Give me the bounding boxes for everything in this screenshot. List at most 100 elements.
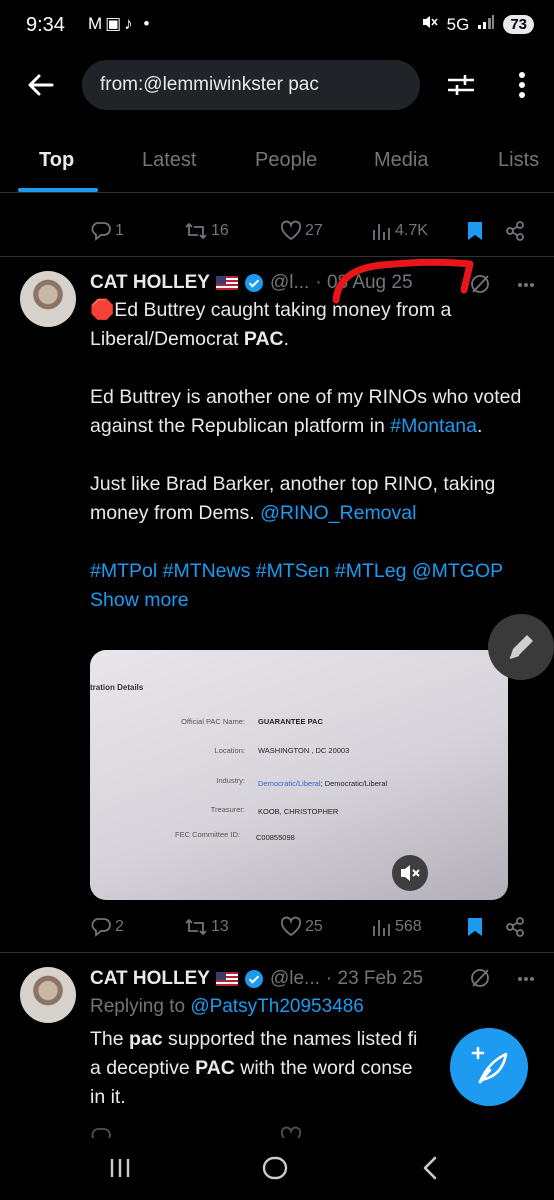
reply-icon	[90, 1126, 112, 1138]
tab-indicator	[18, 188, 98, 192]
bookmark-button[interactable]	[466, 220, 484, 242]
hashtags-link[interactable]: #MTPol #MTNews #MTSen #MTLeg @MTGOP	[90, 560, 503, 582]
edit-button[interactable]	[488, 614, 554, 680]
doc-label: Industry:	[216, 776, 245, 785]
filter-button[interactable]	[444, 68, 478, 102]
home-button[interactable]	[260, 1153, 290, 1183]
back-arrow-icon	[28, 74, 54, 96]
show-more-link[interactable]: Show more	[90, 589, 189, 611]
kebab-menu-icon	[519, 72, 525, 98]
verified-badge-icon	[244, 274, 263, 292]
repost-count: 13	[211, 918, 229, 935]
back-button[interactable]	[24, 68, 58, 102]
tweet-body: 🛑Ed Buttrey caught taking money from a L…	[90, 296, 530, 615]
repost-button[interactable]: 16	[184, 220, 229, 242]
repost-button[interactable]: 13	[184, 916, 229, 938]
pencil-icon	[509, 635, 533, 659]
search-input[interactable]: from:@lemmiwinkster pac	[82, 60, 420, 110]
doc-label: FEC Committee ID:	[174, 830, 240, 839]
replying-to-line: Replying to @PatsyTh20953486	[90, 996, 364, 1017]
reply-icon	[91, 918, 111, 937]
tab-lists[interactable]: Lists	[498, 149, 539, 172]
like-count: 27	[305, 222, 323, 239]
views-icon	[373, 224, 390, 240]
repost-count: 16	[211, 222, 229, 239]
pac-registration-document: tration Details Official PAC Name: GUARA…	[90, 650, 508, 900]
tweet-paragraph: 🛑Ed Buttrey caught taking money from a L…	[90, 299, 452, 350]
reply-button[interactable]: 2	[90, 916, 124, 938]
tweet-more-icon[interactable]	[516, 970, 536, 988]
like-button[interactable]: 27	[280, 220, 323, 242]
battery-badge: 73	[503, 15, 534, 34]
avatar[interactable]	[20, 271, 76, 327]
views-icon	[373, 920, 390, 936]
like-button[interactable]: 25	[280, 916, 323, 938]
doc-value: C00855098	[256, 833, 295, 842]
sliders-icon	[448, 75, 474, 95]
hashtag-link[interactable]: #Montana	[390, 415, 477, 437]
stop-sign-icon: 🛑	[90, 299, 115, 321]
reply-button[interactable]: 1	[90, 220, 124, 242]
recent-apps-button[interactable]	[106, 1154, 134, 1182]
share-button[interactable]	[504, 916, 526, 938]
avatar[interactable]	[20, 967, 76, 1023]
author-name[interactable]: CAT HOLLEY	[90, 968, 210, 990]
tweet-paragraph: Just like Brad Barker, another top RINO,…	[90, 473, 496, 524]
doc-label: Official PAC Name:	[181, 717, 245, 726]
tab-top[interactable]: Top	[39, 149, 74, 172]
heart-icon	[280, 916, 302, 937]
status-time: 9:34	[26, 14, 65, 36]
bookmark-button[interactable]	[466, 916, 484, 938]
tweet-actions-partial	[0, 1124, 554, 1138]
tweet-media-image[interactable]: tration Details Official PAC Name: GUARA…	[90, 650, 508, 900]
status-bar: 9:34 M▣♪ • 5G 73	[0, 0, 554, 52]
mention-link[interactable]: @RINO_Removal	[260, 502, 416, 524]
doc-value: GUARANTEE PAC	[258, 717, 323, 726]
tweet-date: · 23 Feb 25	[325, 968, 424, 989]
system-back-button[interactable]	[418, 1154, 442, 1182]
replying-to-link[interactable]: @PatsyTh20953486	[190, 996, 364, 1017]
tweet-header: CAT HOLLEY @le... · 23 Feb 25	[90, 968, 423, 990]
doc-value: KOOB, CHRISTOPHER	[258, 807, 339, 816]
tab-people[interactable]: People	[255, 149, 317, 172]
bookmark-icon	[468, 918, 482, 936]
mute-button[interactable]	[392, 855, 428, 891]
like-count: 25	[305, 918, 323, 935]
us-flag-icon	[215, 972, 238, 986]
heart-icon	[280, 1126, 302, 1138]
prev-tweet-actions: 1 16 27 4.7K	[0, 218, 554, 248]
tab-latest[interactable]: Latest	[142, 149, 196, 172]
compose-feather-icon	[471, 1046, 508, 1084]
reply-count: 2	[115, 918, 124, 935]
bookmark-icon	[468, 222, 482, 240]
compose-post-button[interactable]	[450, 1028, 528, 1106]
system-nav-bar	[0, 1140, 554, 1200]
share-button[interactable]	[504, 220, 526, 242]
tweet-paragraph: Ed Buttrey is another one of my RINOs wh…	[90, 386, 522, 437]
verified-badge-icon	[244, 970, 263, 988]
views-button[interactable]: 568	[372, 916, 422, 938]
reply-count: 1	[115, 222, 124, 239]
divider	[0, 952, 554, 953]
mute-icon	[421, 13, 439, 36]
author-name[interactable]: CAT HOLLEY	[90, 272, 210, 294]
network-label: 5G	[446, 14, 470, 34]
more-options-button[interactable]	[508, 68, 536, 102]
views-button[interactable]: 4.7K	[372, 220, 428, 242]
doc-value: Democratic/Liberal; Democratic/Liberal	[258, 779, 388, 788]
tweet-paragraph: #MTPol #MTNews #MTSen #MTLeg @MTGOP Show…	[90, 557, 530, 615]
repost-icon	[185, 918, 207, 936]
author-handle: @l...	[269, 272, 310, 293]
author-handle: @le...	[269, 968, 320, 989]
document-heading: tration Details	[90, 683, 144, 692]
search-query: from:@lemmiwinkster pac	[100, 74, 319, 95]
doc-label: Location:	[214, 746, 245, 755]
tweet-more-icon[interactable]	[516, 276, 536, 294]
tab-media[interactable]: Media	[374, 149, 428, 172]
views-count: 568	[395, 918, 422, 935]
notification-icons: M▣♪ •	[88, 14, 153, 33]
share-icon	[506, 917, 524, 937]
grok-icon[interactable]	[468, 966, 492, 990]
heart-icon	[280, 220, 302, 241]
views-count: 4.7K	[395, 222, 428, 239]
